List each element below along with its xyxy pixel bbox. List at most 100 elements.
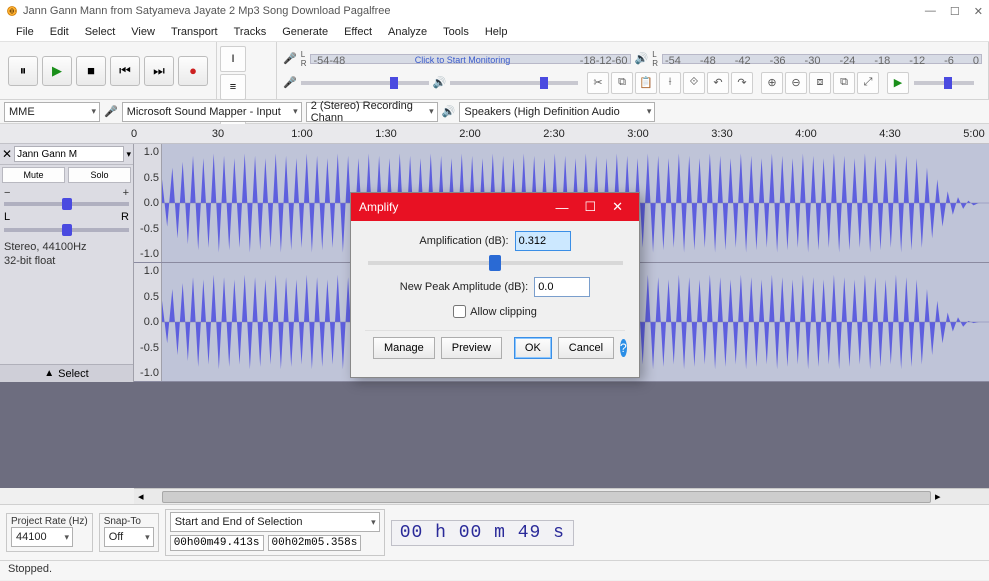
zoom-toggle-button[interactable]: ⤢ [857, 72, 879, 94]
project-rate-label: Project Rate (Hz) [11, 516, 88, 527]
zoom-sel-button[interactable]: ⧈ [809, 72, 831, 94]
track-collapse-button[interactable]: ▲ Select [0, 364, 133, 382]
play-volume-slider[interactable] [450, 81, 578, 85]
speaker-device-icon: 🔊 [442, 105, 456, 118]
track-control-panel: ✕ ▾ Mute Solo −+ LR Stereo, 44100Hz 32-b… [0, 144, 134, 382]
app-icon [6, 5, 18, 17]
dialog-title: Amplify [359, 200, 398, 214]
skip-end-button[interactable]: ⏭ [144, 56, 174, 86]
zoom-in-button[interactable]: ⊕ [761, 72, 783, 94]
menu-tools[interactable]: Tools [435, 24, 477, 40]
copy-button[interactable]: ⧉ [611, 72, 633, 94]
undo-button[interactable]: ↶ [707, 72, 729, 94]
dialog-minimize[interactable]: — [547, 200, 576, 215]
cancel-button[interactable]: Cancel [558, 337, 614, 359]
window-title: Jann Gann Mann from Satyameva Jayate 2 M… [23, 5, 391, 17]
project-rate-select[interactable]: 44100 [11, 527, 73, 547]
envelope-tool[interactable]: ≡ [220, 74, 246, 100]
silence-button[interactable]: ⟐ [683, 72, 705, 94]
menu-view[interactable]: View [123, 24, 163, 40]
timeline-ruler[interactable]: 0 30 1:00 1:30 2:00 2:30 3:00 3:30 4:00 … [0, 124, 989, 144]
window-close[interactable]: ✕ [974, 5, 983, 18]
mic-vol-icon: 🎤 [283, 76, 297, 89]
status-bar: Stopped. [0, 560, 989, 580]
menu-analyze[interactable]: Analyze [380, 24, 435, 40]
play-meter[interactable]: -54-48-42-36-30-24-18-12-60 [662, 54, 982, 64]
record-button[interactable]: ● [178, 56, 208, 86]
help-button[interactable]: ? [620, 339, 627, 357]
selection-start[interactable]: 00h00m49.413s [170, 535, 264, 551]
horizontal-scrollbar[interactable]: ◂▸ [134, 488, 989, 504]
solo-button[interactable]: Solo [68, 167, 131, 183]
pause-button[interactable]: ⏸ [8, 56, 38, 86]
stop-button[interactable]: ■ [76, 56, 106, 86]
window-minimize[interactable]: — [925, 5, 936, 18]
allow-clipping-label: Allow clipping [470, 306, 537, 318]
speaker-icon: 🔊 [635, 52, 649, 65]
mic-icon: 🎤 [283, 52, 297, 65]
transport-toolbar: ⏸ ▶ ■ ⏮ ⏭ ● [0, 42, 217, 99]
peak-label: New Peak Amplitude (dB): [400, 281, 528, 293]
play-button[interactable]: ▶ [42, 56, 72, 86]
gain-slider[interactable] [4, 202, 129, 206]
audio-position[interactable]: 00 h 00 m 49 s [391, 520, 574, 546]
track-name-field[interactable] [14, 146, 124, 162]
vscale-right: 1.00.50.0-0.5-1.0 [134, 263, 162, 381]
selection-end[interactable]: 00h02m05.358s [268, 535, 362, 551]
audio-host-select[interactable]: MME [4, 102, 100, 122]
menu-transport[interactable]: Transport [163, 24, 226, 40]
menu-bar: File Edit Select View Transport Tracks G… [0, 22, 989, 42]
peak-input[interactable] [534, 277, 590, 297]
play-at-speed-button[interactable]: ▶ [887, 72, 909, 94]
menu-file[interactable]: File [8, 24, 42, 40]
snap-select[interactable]: Off [104, 527, 154, 547]
menu-help[interactable]: Help [477, 24, 516, 40]
zoom-fit-button[interactable]: ⧉ [833, 72, 855, 94]
menu-select[interactable]: Select [77, 24, 124, 40]
output-device-select[interactable]: Speakers (High Definition Audio [459, 102, 655, 122]
menu-effect[interactable]: Effect [336, 24, 380, 40]
menu-tracks[interactable]: Tracks [226, 24, 275, 40]
speed-slider[interactable] [914, 81, 974, 85]
dialog-titlebar[interactable]: Amplify — ☐ ✕ [351, 193, 639, 221]
redo-button[interactable]: ↷ [731, 72, 753, 94]
input-device-select[interactable]: Microsoft Sound Mapper - Input [122, 102, 302, 122]
window-titlebar: Jann Gann Mann from Satyameva Jayate 2 M… [0, 0, 989, 22]
track-close-button[interactable]: ✕ [2, 147, 12, 161]
menu-generate[interactable]: Generate [274, 24, 336, 40]
track-menu-button[interactable]: ▾ [126, 149, 131, 160]
window-maximize[interactable]: ☐ [950, 5, 960, 18]
paste-button[interactable]: 📋 [635, 72, 657, 94]
amplification-input[interactable] [515, 231, 571, 251]
manage-button[interactable]: Manage [373, 337, 435, 359]
cut-button[interactable]: ✂ [587, 72, 609, 94]
selection-toolbar: Project Rate (Hz) 44100 Snap-To Off Star… [0, 504, 989, 580]
trim-button[interactable]: ⟊ [659, 72, 681, 94]
skip-start-button[interactable]: ⏮ [110, 56, 140, 86]
dialog-close[interactable]: ✕ [604, 199, 631, 215]
record-meter[interactable]: -54-48Click to Start Monitoring-18-12-60 [310, 54, 630, 64]
allow-clipping-checkbox[interactable] [453, 305, 466, 318]
selection-tool[interactable]: I [220, 46, 246, 72]
rec-volume-slider[interactable] [301, 81, 429, 85]
spk-vol-icon: 🔊 [433, 76, 447, 89]
vscale-left: 1.00.50.0-0.5-1.0 [134, 144, 162, 262]
menu-edit[interactable]: Edit [42, 24, 77, 40]
empty-track-area [0, 382, 989, 488]
track-bitdepth: 32-bit float [4, 254, 129, 268]
dialog-maximize[interactable]: ☐ [576, 199, 604, 215]
device-toolbar: MME 🎤 Microsoft Sound Mapper - Input 2 (… [0, 100, 989, 124]
rec-channels-select[interactable]: 2 (Stereo) Recording Chann [306, 102, 438, 122]
amplify-dialog: Amplify — ☐ ✕ Amplification (dB): New Pe… [350, 192, 640, 378]
mic-device-icon: 🎤 [104, 105, 118, 118]
tools-toolbar: I ≡ ✎ 🔍 ↔ ✶ [217, 42, 277, 99]
amplification-label: Amplification (dB): [419, 235, 508, 247]
preview-button[interactable]: Preview [441, 337, 502, 359]
amplification-slider[interactable] [368, 261, 623, 265]
mute-button[interactable]: Mute [2, 167, 65, 183]
selection-mode-select[interactable]: Start and End of Selection [170, 512, 380, 532]
snap-label: Snap-To [104, 516, 154, 527]
ok-button[interactable]: OK [514, 337, 552, 359]
pan-slider[interactable] [4, 228, 129, 232]
zoom-out-button[interactable]: ⊖ [785, 72, 807, 94]
